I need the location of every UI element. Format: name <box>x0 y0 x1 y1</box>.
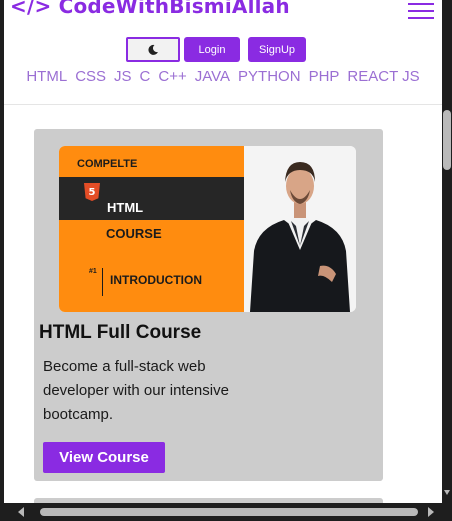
menu-bar <box>408 17 434 19</box>
view-course-button[interactable]: View Course <box>43 442 165 473</box>
html5-shield-icon: 5 <box>84 183 100 201</box>
menu-bar <box>408 10 434 12</box>
theme-toggle-button[interactable] <box>126 37 180 62</box>
course-card: COMPELTE 5 HTML COURSE #1 INTRODUCTION H… <box>34 129 383 481</box>
page-viewport: </> CodeWithBismiAllah Login SignUp HTML… <box>4 0 442 503</box>
thumbnail-line-course: COURSE <box>106 226 162 241</box>
nav-item-html[interactable]: HTML <box>26 68 67 85</box>
thumbnail-line-introduction: INTRODUCTION <box>110 273 202 287</box>
menu-bar <box>408 3 434 5</box>
thumbnail-line-complete: COMPELTE <box>77 158 138 170</box>
header-divider <box>4 104 442 105</box>
nav-item-css[interactable]: CSS <box>75 68 106 85</box>
instructor-photo <box>244 146 356 312</box>
nav-item-python[interactable]: PYTHON <box>238 68 301 85</box>
vertical-scrollbar[interactable] <box>442 0 452 503</box>
horizontal-scrollbar[interactable] <box>0 503 452 521</box>
moon-icon <box>148 44 158 55</box>
brand-logo[interactable]: </> CodeWithBismiAllah <box>10 0 290 18</box>
scroll-left-arrow-icon[interactable] <box>18 507 24 517</box>
nav-item-c[interactable]: C <box>140 68 151 85</box>
course-description: Become a full-stack web developer with o… <box>43 358 229 423</box>
vertical-scroll-thumb[interactable] <box>443 110 451 170</box>
course-thumbnail[interactable]: COMPELTE 5 HTML COURSE #1 INTRODUCTION <box>59 146 356 312</box>
scroll-right-arrow-icon[interactable] <box>428 507 434 517</box>
signup-button[interactable]: SignUp <box>248 37 306 62</box>
nav-item-java[interactable]: JAVA <box>195 68 230 85</box>
course-title: HTML Full Course <box>39 322 202 343</box>
nav-item-react-js[interactable]: REACT JS <box>347 68 419 85</box>
thumbnail-separator <box>102 268 103 296</box>
thumbnail-line-html: HTML <box>107 200 144 215</box>
login-button[interactable]: Login <box>184 37 240 62</box>
horizontal-scroll-thumb[interactable] <box>40 508 418 516</box>
scroll-down-arrow-icon[interactable] <box>444 490 450 495</box>
language-nav: HTML CSS JS C C++ JAVA PYTHON PHP REACT … <box>4 68 442 85</box>
header-buttons: Login SignUp <box>4 37 442 63</box>
nav-item-js[interactable]: JS <box>114 68 132 85</box>
nav-item-php[interactable]: PHP <box>309 68 340 85</box>
hamburger-menu-icon[interactable] <box>408 3 434 21</box>
thumbnail-episode-number: #1 <box>89 268 97 275</box>
nav-item-cpp[interactable]: C++ <box>158 68 186 85</box>
